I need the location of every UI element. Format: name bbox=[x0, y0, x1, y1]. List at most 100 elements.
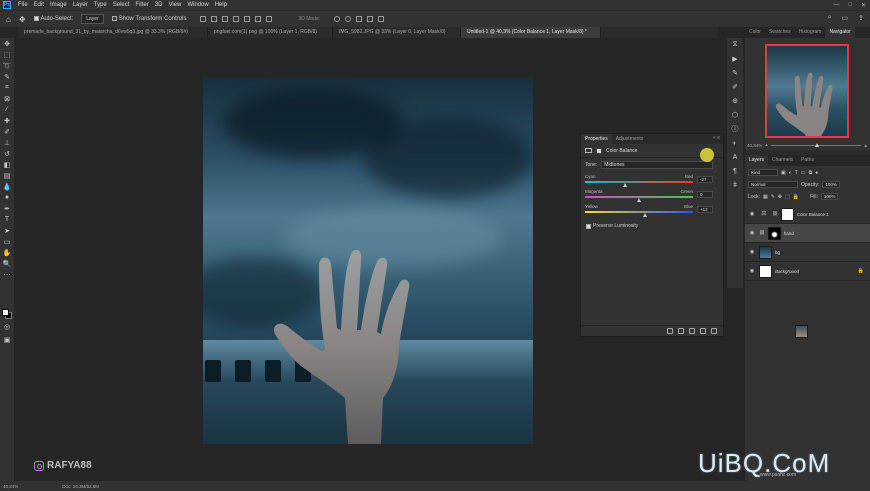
hand-tool-icon[interactable]: ✋ bbox=[0, 247, 14, 258]
align-bottom-icon[interactable] bbox=[255, 16, 262, 22]
menu-type[interactable]: Type bbox=[91, 2, 110, 8]
move-tool-icon[interactable]: ✥ bbox=[0, 38, 14, 49]
more-tools-icon[interactable]: ⋯ bbox=[0, 269, 14, 280]
slider-value-field[interactable]: +12 bbox=[697, 206, 713, 213]
move-tool-icon[interactable]: ✥ bbox=[19, 15, 26, 24]
eye-icon[interactable]: ◉ bbox=[748, 230, 756, 236]
pen-tool-icon[interactable]: ✒ bbox=[0, 203, 14, 214]
tab-pngfuel[interactable]: pngfuel.com(1).png @ 100% (Layer 1, RGB/… bbox=[208, 27, 333, 38]
minimize-button[interactable]: — bbox=[833, 2, 839, 8]
dodge-tool-icon[interactable]: ● bbox=[0, 192, 14, 203]
layer-name[interactable]: bg bbox=[775, 250, 780, 255]
home-icon[interactable]: ⌂ bbox=[6, 15, 11, 24]
tab-untitled-1[interactable]: Untitled-1 @ 40,3% (Color Balance 1, Lay… bbox=[461, 27, 601, 38]
adjustments-icon[interactable]: ◐ bbox=[727, 136, 743, 150]
tab-navigator[interactable]: Navigator bbox=[825, 27, 855, 38]
history-icon[interactable]: ⧖ bbox=[727, 38, 743, 52]
tab-img-5982[interactable]: IMG_5982.JPG @ 33% (Layer 0, Layer Mask/… bbox=[333, 27, 461, 38]
tab-channels[interactable]: Channels bbox=[768, 155, 797, 166]
filter-pixel-icon[interactable]: ▣ bbox=[781, 170, 786, 176]
eye-icon[interactable]: ◉ bbox=[748, 211, 756, 217]
tab-swatches[interactable]: Swatches bbox=[765, 27, 795, 38]
clone-source-icon[interactable]: ⊕ bbox=[727, 94, 743, 108]
delete-icon[interactable] bbox=[711, 328, 717, 334]
lock-pixels-icon[interactable]: ▦ bbox=[763, 194, 768, 200]
shape-tool-icon[interactable]: ▭ bbox=[0, 236, 14, 247]
lock-icon[interactable]: 🔒 bbox=[858, 268, 864, 274]
align-top-icon[interactable] bbox=[233, 16, 240, 22]
character-icon[interactable]: A bbox=[727, 150, 743, 164]
eraser-tool-icon[interactable]: ◧ bbox=[0, 159, 14, 170]
share-icon[interactable]: ⇪ bbox=[858, 14, 864, 22]
slider-track[interactable] bbox=[585, 181, 693, 183]
quick-select-tool-icon[interactable]: ✎ bbox=[0, 71, 14, 82]
fill-field[interactable]: 100% bbox=[820, 193, 839, 200]
lock-all-icon[interactable]: 🔒 bbox=[793, 194, 799, 200]
layer-name[interactable]: hand bbox=[784, 231, 794, 236]
menu-select[interactable]: Select bbox=[110, 2, 133, 8]
workspace-icon[interactable]: ▭ bbox=[842, 14, 849, 22]
align-left-icon[interactable] bbox=[200, 16, 207, 22]
close-button[interactable]: ✕ bbox=[861, 2, 866, 9]
slider-value-field[interactable]: 0 bbox=[697, 191, 713, 198]
tab-histogram[interactable]: Histogram bbox=[795, 27, 826, 38]
layer-name[interactable]: Color Balance 1 bbox=[797, 212, 829, 217]
zoom-in-icon[interactable]: ▲ bbox=[864, 143, 868, 148]
auto-select-dropdown[interactable]: Layer bbox=[81, 14, 104, 24]
foreground-color-swatch[interactable] bbox=[2, 309, 9, 316]
crop-tool-icon[interactable]: ⌗ bbox=[0, 82, 14, 93]
lock-move-icon[interactable]: ✥ bbox=[778, 194, 782, 200]
status-zoom[interactable]: 40,34% bbox=[3, 484, 18, 489]
preserve-luminosity-checkbox[interactable] bbox=[586, 223, 591, 229]
transform-controls-checkbox[interactable]: Show Transform Controls bbox=[111, 15, 186, 22]
3d-drag-icon[interactable] bbox=[356, 16, 363, 22]
auto-select-checkbox[interactable]: Auto-Select: bbox=[33, 15, 73, 22]
3d-icon[interactable]: ⬡ bbox=[727, 108, 743, 122]
layer-row[interactable]: ◉ Background 🔒 bbox=[745, 262, 870, 281]
brush-tool-icon[interactable]: ✐ bbox=[0, 126, 14, 137]
layer-thumbnail[interactable] bbox=[759, 264, 772, 278]
3d-slide-icon[interactable] bbox=[367, 16, 374, 22]
align-center-icon[interactable] bbox=[211, 16, 218, 22]
filter-smart-icon[interactable]: ⧉ bbox=[809, 170, 813, 176]
color-slider[interactable]: Yellow Blue +12 bbox=[581, 202, 723, 217]
slider-thumb[interactable] bbox=[643, 213, 648, 217]
color-slider[interactable]: Cyan Red -27 bbox=[581, 172, 723, 187]
layer-row[interactable]: ◉ ⛓ hand bbox=[745, 224, 870, 338]
navigator-zoom-value[interactable]: 40,34% bbox=[747, 143, 762, 148]
gradient-tool-icon[interactable]: ▤ bbox=[0, 170, 14, 181]
brush-settings-icon[interactable]: ✎ bbox=[727, 66, 743, 80]
lock-paint-icon[interactable]: ✎ bbox=[771, 194, 775, 200]
tab-adjustments[interactable]: Adjustments bbox=[612, 134, 648, 144]
frame-tool-icon[interactable]: ⊠ bbox=[0, 93, 14, 104]
menu-image[interactable]: Image bbox=[47, 2, 70, 8]
document-canvas[interactable] bbox=[203, 78, 533, 444]
layer-thumbnail[interactable] bbox=[759, 245, 772, 259]
filter-shape-icon[interactable]: ▭ bbox=[801, 170, 806, 176]
layer-row[interactable]: ◉ ⚖ ⛓ Color Balance 1 bbox=[745, 205, 870, 224]
blur-tool-icon[interactable]: 💧 bbox=[0, 181, 14, 192]
menu-layer[interactable]: Layer bbox=[70, 2, 91, 8]
zoom-slider[interactable] bbox=[770, 142, 861, 147]
eye-icon[interactable]: ◉ bbox=[748, 268, 756, 274]
marquee-tool-icon[interactable]: ⬚ bbox=[0, 49, 14, 60]
tab-properties[interactable]: Properties bbox=[581, 134, 612, 144]
tab-paths[interactable]: Paths bbox=[797, 155, 818, 166]
opacity-field[interactable]: 100% bbox=[822, 181, 840, 188]
menu-filter[interactable]: Filter bbox=[132, 2, 151, 8]
filter-toggle-icon[interactable]: ● bbox=[815, 170, 818, 176]
menu-window[interactable]: Window bbox=[184, 2, 211, 8]
filter-kind-dropdown[interactable]: Kind bbox=[748, 169, 778, 176]
align-right-icon[interactable] bbox=[222, 16, 229, 22]
lasso-tool-icon[interactable]: ➰ bbox=[0, 60, 14, 71]
search-icon[interactable]: ⌕ bbox=[828, 14, 832, 22]
layer-row[interactable]: ◉ bg bbox=[745, 243, 870, 262]
paragraph-icon[interactable]: ¶ bbox=[727, 164, 743, 178]
preserve-luminosity-row[interactable]: Preserve Luminosity bbox=[581, 217, 723, 235]
zoom-slider-thumb[interactable] bbox=[814, 142, 819, 147]
path-select-icon[interactable]: ➤ bbox=[0, 225, 14, 236]
tab-premade-background[interactable]: premade_background_31_by_maiarcha_d6vw5q… bbox=[18, 27, 208, 38]
view-previous-icon[interactable] bbox=[678, 328, 684, 334]
type-tool-icon[interactable]: T bbox=[0, 214, 14, 225]
visibility-icon[interactable] bbox=[700, 328, 706, 334]
